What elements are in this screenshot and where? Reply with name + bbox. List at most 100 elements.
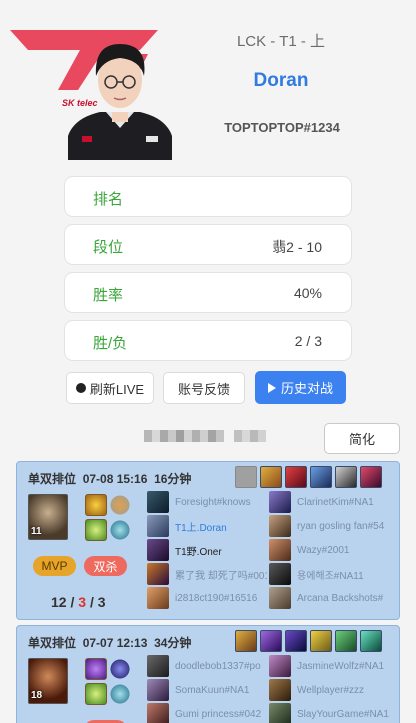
champion-icon [269,491,291,513]
player-name-text: JasmineWolfz#NA1 [297,660,385,672]
player-name-text: Wazy#2001 [297,544,350,556]
match-duration: 34分钟 [154,636,192,650]
list-item[interactable]: ryan gosling fan#54 [269,514,389,538]
player-name-text: Wellplayer#zzz [297,684,365,696]
item-slot-empty [235,466,257,488]
champion-icon [147,491,169,513]
champion-icon [147,655,169,677]
ally-team-list: doodlebob1337#po SomaKuun#NA1 Gumi princ… [147,654,267,723]
champion-icon [147,539,169,561]
player-name-text: Foresight#knows [175,496,251,508]
champion-icon [147,703,169,723]
item-icon [310,466,332,488]
list-item[interactable]: Foresight#knows [147,490,267,514]
match-header: 单双排位 07-07 12:13 34分钟 [28,634,191,651]
refresh-live-button[interactable]: 刷新LIVE [66,372,154,404]
summoner-spell-icon [85,658,107,680]
summoner-spell-icon [85,519,107,541]
player-name-text: i2818ct190#16516 [175,592,258,604]
assists: 3 [97,594,106,610]
item-icon [285,630,307,652]
list-item[interactable]: T1野.Oner [147,538,267,562]
match-date: 07-07 12:13 [82,636,148,650]
champion-level: 18 [31,690,43,701]
match-history-button[interactable]: 历史对战 [255,371,346,404]
list-item[interactable]: JasmineWolfz#NA1 [269,654,389,678]
champion-icon [269,655,291,677]
list-item[interactable]: 累了我 却死了吗#001 [147,562,267,586]
champion-icon [147,587,169,609]
winloss-label: 胜/负 [93,335,128,352]
list-item[interactable]: SlayYourGame#NA1 [269,702,389,723]
player-name-text: 累了我 却死了吗#001 [175,570,267,582]
item-icon [360,630,382,652]
list-item[interactable]: Arcana Backshots# [269,586,389,610]
match-history-label: 历史对战 [280,381,333,396]
deaths: 3 [78,594,87,610]
secondary-rune-icon [109,519,131,541]
winrate-row: 胜率 40% [64,272,352,313]
list-item[interactable]: i2818ct190#16516 [147,586,267,610]
champion-icon [269,515,291,537]
list-item[interactable]: Wazy#2001 [269,538,389,562]
match-card[interactable]: 单双排位 07-07 12:13 34分钟 18 doodlebob1337#p… [16,625,400,723]
player-name-text: SlayYourGame#NA1 [297,708,389,720]
item-icon [360,466,382,488]
account-feedback-button[interactable]: 账号反馈 [163,372,245,404]
redacted-name [144,430,266,442]
champion-icon [269,563,291,585]
list-item[interactable]: T1上.Doran [147,514,267,538]
item-icon [235,630,257,652]
match-date: 07-08 15:16 [82,472,148,486]
simplify-label: 简化 [348,432,375,447]
list-item[interactable]: 용에해조#NA11 [269,562,389,586]
champion-portrait: 11 [28,494,68,540]
champion-icon [147,563,169,585]
double-kill-badge: 双杀 [84,556,127,576]
mvp-badge: MVP [33,556,76,576]
player-name-text: T1野.Oner [175,546,222,558]
enemy-team-list: ClarinetKim#NA1 ryan gosling fan#54 Wazy… [269,490,389,610]
champion-level: 11 [31,526,42,537]
list-item[interactable]: doodlebob1337#po [147,654,267,678]
champion-icon [147,515,169,537]
rank-label: 排名 [93,191,124,208]
record-dot-icon [75,383,86,393]
match-header: 单双排位 07-08 15:16 16分钟 [28,470,191,487]
player-name-text: ClarinetKim#NA1 [297,496,374,508]
team-position-line: LCK - T1 - 上 [236,33,326,50]
rank-row: 排名 [64,176,352,217]
match-duration: 16分钟 [154,472,192,486]
champion-icon [269,587,291,609]
player-name-text: doodlebob1337#po [175,660,261,672]
player-name-text: ryan gosling fan#54 [297,520,385,532]
item-build [235,466,382,488]
play-icon [267,382,276,393]
ally-team-list: Foresight#knows T1上.Doran T1野.Oner 累了我 却… [147,490,267,610]
match-card[interactable]: 单双排位 07-08 15:16 16分钟 11 MVP 双杀 12 / 3 /… [16,461,400,620]
player-name-text: SomaKuun#NA1 [175,684,250,696]
player-header: SK telec LCK - T1 - 上 Doran TOPTOPTOP#12… [0,0,416,170]
champion-icon [269,539,291,561]
list-item[interactable]: Gumi princess#042 [147,702,267,723]
item-icon [335,466,357,488]
player-name-text: T1上.Doran [175,522,227,534]
kills: 12 [51,594,67,610]
item-icon [285,466,307,488]
player-name: Doran [253,70,309,91]
kda-sep: / [89,594,94,610]
list-item[interactable]: ClarinetKim#NA1 [269,490,389,514]
player-name-text: Arcana Backshots# [297,592,384,604]
tier-label: 段位 [93,239,124,256]
kda-sep: / [70,594,75,610]
account-feedback-label: 账号反馈 [177,381,230,397]
kda-line: 12 / 3 / 3 [51,594,106,610]
simplify-button[interactable]: 简化 [324,423,400,454]
list-item[interactable]: Wellplayer#zzz [269,678,389,702]
champion-icon [269,679,291,701]
tier-row: 段位 翡2 - 10 [64,224,352,265]
winloss-row: 胜/负 2 / 3 [64,320,352,361]
champion-icon [147,679,169,701]
list-item[interactable]: SomaKuun#NA1 [147,678,267,702]
item-icon [260,630,282,652]
